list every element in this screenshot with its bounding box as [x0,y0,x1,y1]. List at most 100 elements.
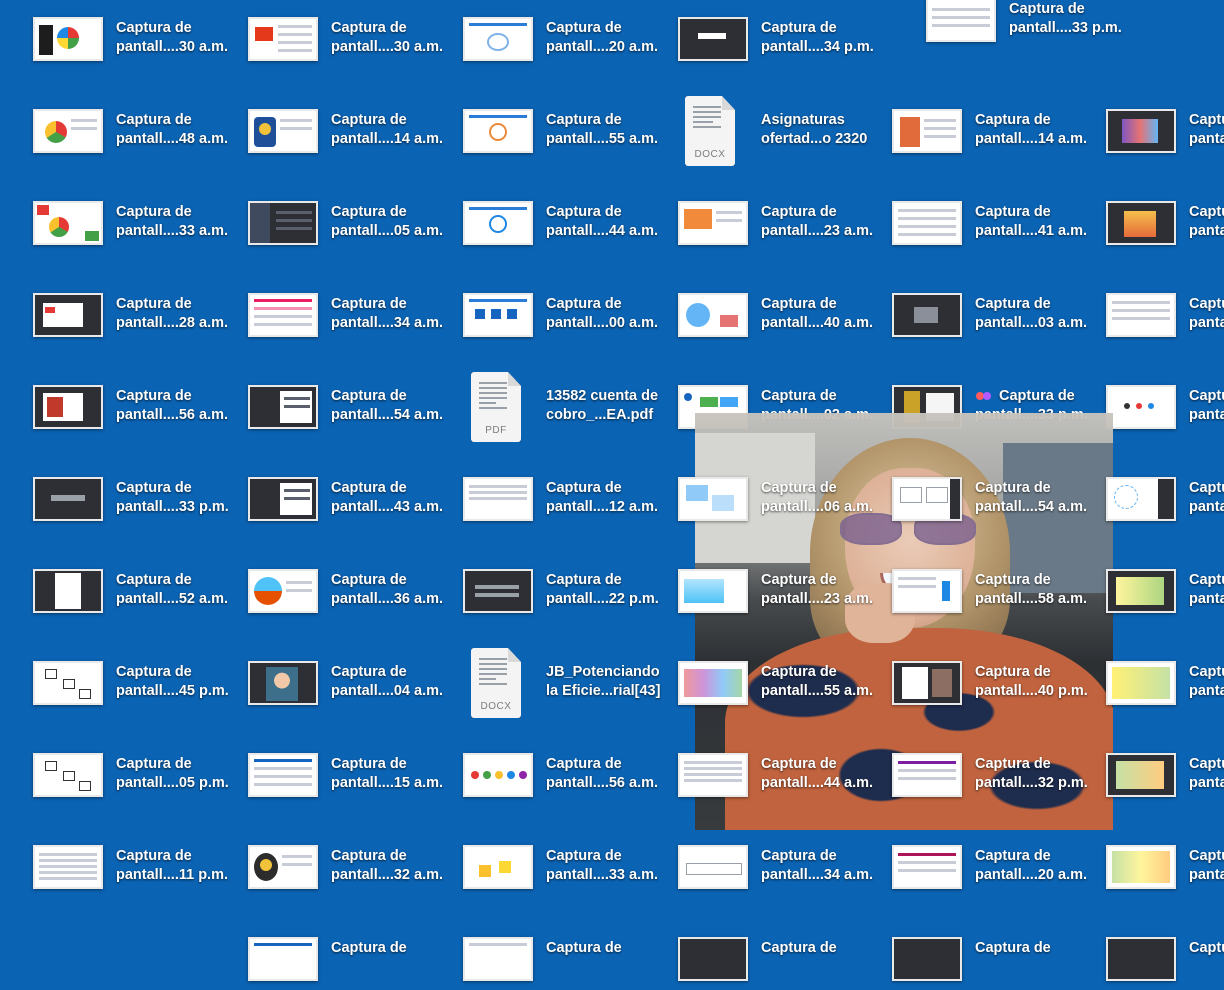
file-icon[interactable]: Captura de pantall....52 a.m. [0,552,228,622]
file-icon[interactable]: Captura de pantall....40 a.m. [645,276,873,346]
file-icon[interactable]: Captura de pantall....20 a.m. [430,0,658,70]
file-icon[interactable]: Captura de pantall....23 a.m. [645,184,873,254]
file-icon[interactable]: Captura de pantall....28 a.m. [0,276,228,346]
file-name-line1: Captu [1189,204,1224,220]
thumbnail [1106,201,1176,245]
file-icon[interactable]: Captura de pantall....40 p.m. [859,644,1088,714]
file-icon[interactable]: Captura de pantall....58 a.m. [859,552,1087,622]
file-name-line1: Captu [1189,572,1224,588]
file-icon[interactable]: Captura depantall....33 p.m. [0,460,229,530]
file-icon[interactable]: Captura de pantall....55 a.m. [645,644,873,714]
thumbnail [33,17,103,61]
file-icon[interactable]: Captura de pantall....43 a.m. [215,460,443,530]
thumbnail [1106,753,1176,797]
file-icon[interactable]: Captura de pantall....33 a.m. [430,828,658,898]
file-icon[interactable]: Captura de pantall....22 p.m. [430,552,659,622]
file-icon[interactable]: Captura de pantall....15 a.m. [215,736,443,806]
file-icon[interactable]: Captura de pantall....55 a.m. [430,92,658,162]
file-name-line1: Captu [1189,848,1224,864]
file-name-line1: Captu [1189,480,1224,496]
file-name-line1: Captura de [1009,1,1085,17]
thumbnail [463,293,533,337]
file-icon[interactable]: Captura de pantall....30 a.m. [215,0,443,70]
docx-file-icon[interactable]: DOCX JB_Potenciando la Eficie...rial[43] [430,644,660,718]
file-icon[interactable]: Captura de pantall....54 a.m. [215,368,443,438]
thumbnail [892,937,962,981]
file-icon[interactable]: Captura de [645,920,860,990]
file-icon[interactable]: Captura de [430,920,645,990]
file-icon[interactable]: Captura de pantall....56 a.m. [430,736,658,806]
file-icon[interactable]: Captu panta [1073,276,1224,346]
document-icon: PDF [471,372,521,442]
desktop[interactable]: Captura de pantall....30 a.m. Captura de p… [0,0,1224,981]
thumbnail [248,937,318,981]
thumbnail [463,753,533,797]
thumbnail [892,201,962,245]
purple-tag-icon [983,392,991,400]
document-icon: DOCX [471,648,521,718]
thumbnail [463,477,533,521]
file-icon[interactable]: Captu panta [1073,736,1224,806]
pdf-file-icon[interactable]: PDF 13582 cuenta de cobro_...EA.pdf [430,368,658,442]
file-icon[interactable]: Captura de pantall....12 a.m. [430,460,658,530]
file-icon[interactable]: Captura de pantall....34 p.m. [645,0,874,70]
file-icon[interactable]: Captura de pantall....05 a.m. [215,184,443,254]
docx-file-icon[interactable]: DOCX Asignaturas ofertad...o 2320 [645,92,867,166]
file-icon[interactable]: Captura de pantall....48 a.m. [0,92,228,162]
file-icon[interactable]: Captu [1073,920,1224,990]
file-name-line2: panta [1189,131,1224,147]
thumbnail [33,293,103,337]
doc-type-label: DOCX [480,701,512,712]
file-icon[interactable]: Captura de pantall....05 p.m. [0,736,229,806]
thumbnail [463,845,533,889]
thumbnail [892,753,962,797]
file-icon[interactable]: Captura de pantall....45 p.m. [0,644,229,714]
file-name-line2: panta [1189,499,1224,515]
file-icon[interactable]: Captu panta [1073,828,1224,898]
file-icon[interactable]: Captura de pantall....14 a.m. [215,92,443,162]
file-icon[interactable]: Captura de pantall....44 a.m. [430,184,658,254]
file-name-line2: panta [1189,223,1224,239]
file-icon[interactable]: Captura de pantall....36 a.m. [215,552,443,622]
file-icon[interactable]: Captura de pantall....14 a.m. [859,92,1087,162]
file-icon[interactable]: Captura de [215,920,430,990]
file-icon[interactable]: Captura de pantall....34 a.m. [645,828,873,898]
file-icon[interactable]: Captura de pantall....11 p.m. [0,828,228,898]
file-icon[interactable]: Captu panta [1073,460,1224,530]
file-icon[interactable]: Captura de pantall....41 a.m. [859,184,1087,254]
thumbnail [463,201,533,245]
file-icon[interactable]: Captu panta [1073,552,1224,622]
file-icon[interactable]: Captu panta [1073,92,1224,162]
thumbnail [33,477,103,521]
file-icon[interactable]: Captura de pantall....30 a.m. [0,0,228,70]
file-icon[interactable]: Captura de [859,920,1074,990]
file-icon[interactable]: Captura de pantall....33 a.m. [0,184,228,254]
file-icon[interactable]: Captura de pantall....32 p.m. [859,736,1088,806]
thumbnail [463,937,533,981]
file-icon[interactable]: Captura de pantall....32 a.m. [215,828,443,898]
file-icon[interactable]: Captura de pantall....06 a.m. [645,460,873,530]
file-icon[interactable]: Captura de pantall....23 a.m. [645,552,873,622]
thumbnail [248,17,318,61]
file-icon[interactable]: Captura de pantall....00 a.m. [430,276,658,346]
thumbnail [892,293,962,337]
file-name-line1: Captu [1189,296,1224,312]
file-icon[interactable]: Captura de pantall....54 a.m. [859,460,1087,530]
thumbnail [1106,293,1176,337]
file-icon[interactable]: Captura depantall....33 p.m. [893,0,1122,51]
thumbnail [678,293,748,337]
thumbnail [248,201,318,245]
file-icon[interactable]: Captura de pantall....03 a.m. [859,276,1087,346]
file-icon[interactable]: Captu panta [1073,184,1224,254]
file-icon[interactable]: Captura de pantall....56 a.m. [0,368,228,438]
thumbnail [926,0,996,42]
thumbnail [248,753,318,797]
file-icon[interactable]: Captu panta [1073,644,1224,714]
file-icon[interactable]: Captura de pantall....20 a.m. [859,828,1087,898]
file-name-line1: Captu [1189,940,1224,956]
file-icon[interactable]: Captura de pantall....34 a.m. [215,276,443,346]
thumbnail [248,385,318,429]
thumbnail [463,569,533,613]
file-icon[interactable]: Captura de pantall....44 a.m. [645,736,873,806]
file-icon[interactable]: Captura de pantall....04 a.m. [215,644,443,714]
